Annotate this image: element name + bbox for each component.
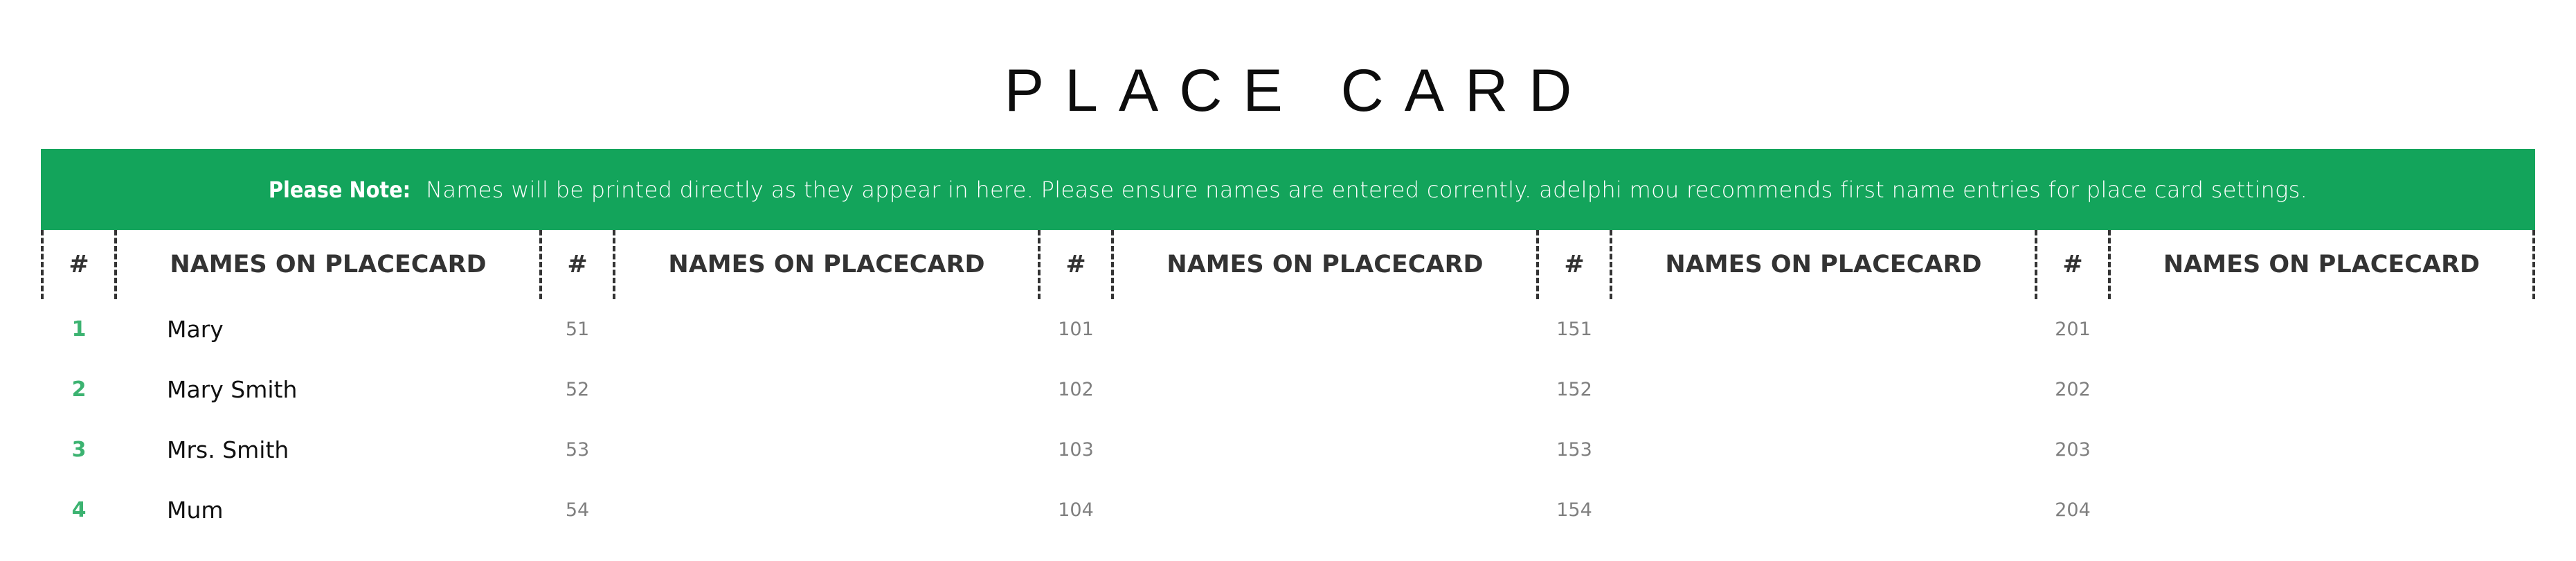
- row-number: 53: [565, 439, 590, 461]
- name-cell[interactable]: Mary Smith: [117, 359, 539, 420]
- column-group: #201 202 203 204 NAMES ON PLACECARD: [2035, 230, 2535, 535]
- row-number: 103: [1058, 439, 1094, 461]
- row-number: 1: [71, 317, 87, 341]
- name-column: NAMES ON PLACECARD: [1612, 230, 2035, 535]
- name-cell[interactable]: [1114, 359, 1536, 420]
- name-column-header: NAMES ON PLACECARD: [668, 251, 985, 278]
- name-cell[interactable]: [1114, 480, 1536, 540]
- number-column: #151 152 153 154: [1536, 230, 1612, 535]
- number-column: #101 102 103 104: [1038, 230, 1114, 535]
- name-cell[interactable]: [2111, 420, 2535, 480]
- name-cell[interactable]: Mum: [117, 480, 539, 540]
- name-column: NAMES ON PLACECARD: [1114, 230, 1536, 535]
- row-number: 2: [71, 377, 87, 402]
- name-cell[interactable]: [1114, 420, 1536, 480]
- row-number: 153: [1556, 439, 1592, 461]
- name-column-header: NAMES ON PLACECARD: [1665, 251, 1982, 278]
- number-column: #201 202 203 204: [2035, 230, 2111, 535]
- number-column-header: #: [41, 230, 117, 299]
- row-number: 203: [2055, 439, 2091, 461]
- name-cell[interactable]: [2111, 359, 2535, 420]
- name-cell[interactable]: [615, 359, 1038, 420]
- row-number: 152: [1556, 379, 1592, 400]
- name-column: NAMES ON PLACECARD Mary Mary Smith Mrs. Smi…: [117, 230, 539, 535]
- column-group: #151 152 153 154 NAMES ON PLACECARD: [1536, 230, 2035, 535]
- row-number: 151: [1556, 319, 1592, 340]
- name-column-header: NAMES ON PLACECARD: [2111, 230, 2535, 299]
- column-group: #101 102 103 104 NAMES ON PLACECARD: [1038, 230, 1536, 535]
- number-column: #51 52 53 54: [539, 230, 615, 535]
- row-number: 204: [2055, 499, 2091, 521]
- name-column: NAMES ON PLACECARD: [2111, 230, 2535, 535]
- number-column-header: #: [1536, 230, 1612, 299]
- row-number: 102: [1058, 379, 1094, 400]
- row-number: 54: [565, 499, 590, 521]
- name-column-header: NAMES ON PLACECARD: [1167, 251, 1484, 278]
- note-text: Names will be printed directly as they a…: [426, 176, 2308, 203]
- number-column-header: #: [539, 230, 615, 299]
- name-cell[interactable]: [1114, 299, 1536, 359]
- name-cell[interactable]: [1612, 420, 2035, 480]
- column-group: #51 52 53 54 NAMES ON PLACECARD: [539, 230, 1038, 535]
- name-cell[interactable]: [615, 420, 1038, 480]
- name-cell[interactable]: [2111, 480, 2535, 540]
- name-cell[interactable]: [615, 480, 1038, 540]
- name-cell[interactable]: [1612, 359, 2035, 420]
- placecard-table: #1 2 3 4 NAMES ON PLACECARD Mary Mary Smith Mrs…: [41, 230, 2535, 535]
- number-column: #1 2 3 4: [41, 230, 117, 535]
- row-number: 51: [565, 319, 590, 340]
- row-number: 202: [2055, 379, 2091, 400]
- row-number: 4: [71, 498, 87, 522]
- note-label: Please Note:: [268, 176, 411, 203]
- name-cell[interactable]: [1612, 299, 2035, 359]
- note-banner: Please Note: Names will be printed direc…: [41, 149, 2535, 230]
- name-cell[interactable]: Mrs. Smith: [117, 420, 539, 480]
- name-cell[interactable]: [2111, 299, 2535, 359]
- number-column-header: #: [2035, 230, 2111, 299]
- row-number: 101: [1058, 319, 1094, 340]
- row-number: 201: [2055, 319, 2091, 340]
- name-cell[interactable]: Mary: [117, 299, 539, 359]
- column-group: #1 2 3 4 NAMES ON PLACECARD Mary Mary Smith Mrs…: [41, 230, 539, 535]
- row-number: 3: [71, 438, 87, 462]
- name-cell[interactable]: [1612, 480, 2035, 540]
- row-number: 154: [1556, 499, 1592, 521]
- row-number: 52: [565, 379, 590, 400]
- number-column-header: #: [1038, 230, 1114, 299]
- name-cell[interactable]: [615, 299, 1038, 359]
- name-column-header: NAMES ON PLACECARD: [170, 251, 487, 278]
- name-column: NAMES ON PLACECARD: [615, 230, 1038, 535]
- page-title: PLACE CARD: [1004, 57, 1593, 124]
- row-number: 104: [1058, 499, 1094, 521]
